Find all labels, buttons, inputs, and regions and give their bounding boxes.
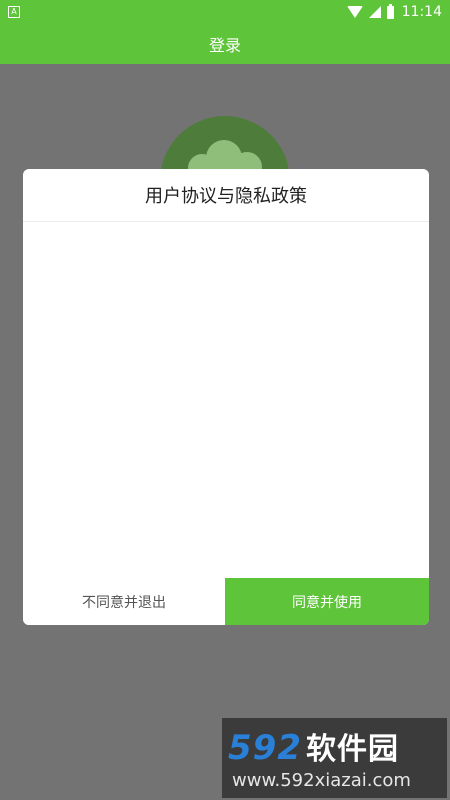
signal-icon — [368, 6, 381, 18]
page-title: 登录 — [208, 36, 241, 55]
decline-button[interactable]: 不同意并退出 — [23, 578, 225, 625]
status-bar: A 11:14 — [0, 0, 450, 24]
status-time: 11:14 — [401, 4, 442, 20]
watermark-url: www.592xiazai.com — [232, 770, 411, 791]
dialog-actions: 不同意并退出 同意并使用 — [23, 578, 429, 625]
dialog-title: 用户协议与隐私政策 — [23, 169, 429, 222]
agreement-dialog: 用户协议与隐私政策 不同意并退出 同意并使用 — [23, 169, 429, 625]
wifi-icon — [346, 6, 363, 18]
watermark-number: 592 — [228, 728, 302, 768]
app-bar: 登录 — [0, 24, 450, 64]
dialog-body[interactable] — [23, 222, 429, 578]
watermark-name: 软件园 — [305, 732, 399, 767]
status-icons: 11:14 — [346, 3, 442, 21]
watermark-brand: 592 软件园 — [228, 724, 399, 768]
battery-icon — [386, 3, 394, 19]
notification-icon: A — [8, 6, 20, 18]
accept-button[interactable]: 同意并使用 — [225, 578, 429, 625]
watermark: 592 软件园 www.592xiazai.com — [222, 718, 447, 798]
